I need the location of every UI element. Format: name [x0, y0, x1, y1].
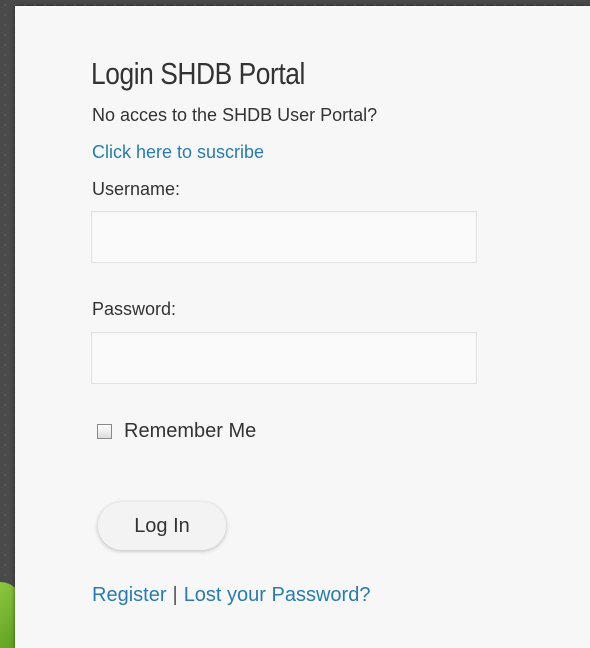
password-label: Password: [92, 299, 177, 319]
no-access-text: No acces to the SHDB User Portal? [92, 105, 378, 125]
link-separator: | [172, 584, 178, 606]
remember-me-label: Remember Me [124, 420, 257, 442]
footer-links: Register | Lost your Password? [92, 584, 370, 607]
subscribe-link[interactable]: Click here to suscribe [92, 142, 264, 163]
lost-password-link[interactable]: Lost your Password? [184, 584, 371, 606]
login-button[interactable]: Log In [98, 502, 226, 550]
username-field[interactable] [91, 211, 477, 263]
password-field[interactable] [91, 332, 477, 384]
page-title: Login SHDB Portal [91, 56, 305, 91]
username-label: Username: [92, 179, 181, 199]
remember-me-checkbox[interactable] [97, 424, 112, 439]
remember-me-row[interactable]: Remember Me [97, 420, 256, 443]
login-panel: Login SHDB Portal No acces to the SHDB U… [15, 6, 590, 648]
register-link[interactable]: Register [92, 584, 166, 606]
